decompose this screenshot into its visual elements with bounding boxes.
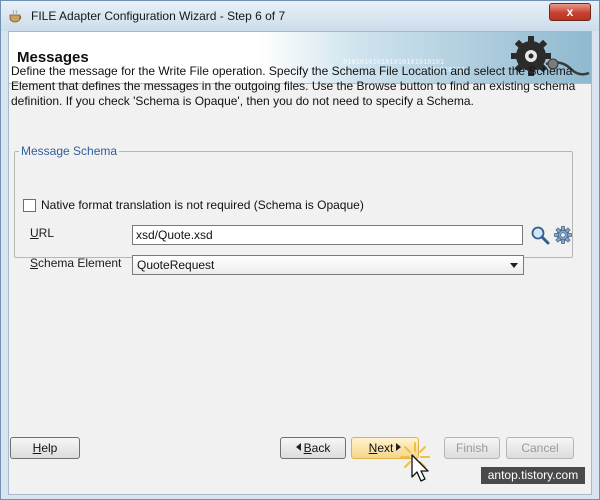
title-bar: FILE Adapter Configuration Wizard - Step… [1,1,599,31]
mouse-cursor-icon [411,454,429,482]
help-button[interactable]: Help [10,437,80,459]
schema-element-select[interactable]: QuoteRequest [132,255,524,275]
url-input[interactable] [132,225,523,245]
url-label: URL [30,226,55,240]
window-title: FILE Adapter Configuration Wizard - Step… [31,9,286,23]
watermark: antop.tistory.com [481,467,585,484]
message-schema-legend: Message Schema [19,144,120,158]
close-button[interactable]: x [549,3,591,21]
gear-icon[interactable] [554,226,572,244]
schema-element-value: QuoteRequest [137,258,215,272]
schema-opaque-checkbox[interactable] [23,199,36,212]
java-cup-icon [9,9,22,23]
search-icon[interactable] [530,225,550,245]
back-button[interactable]: Back [280,437,346,459]
schema-element-label: Schema Element [30,256,122,270]
schema-opaque-label[interactable]: Native format translation is not require… [41,198,364,212]
chevron-down-icon[interactable] [510,263,518,268]
cancel-button[interactable]: Cancel [506,437,574,459]
wizard-window: FILE Adapter Configuration Wizard - Step… [0,0,600,500]
instructions-text: Define the message for the Write File op… [11,64,576,108]
finish-button[interactable]: Finish [444,437,500,459]
back-arrow-icon [295,443,301,451]
